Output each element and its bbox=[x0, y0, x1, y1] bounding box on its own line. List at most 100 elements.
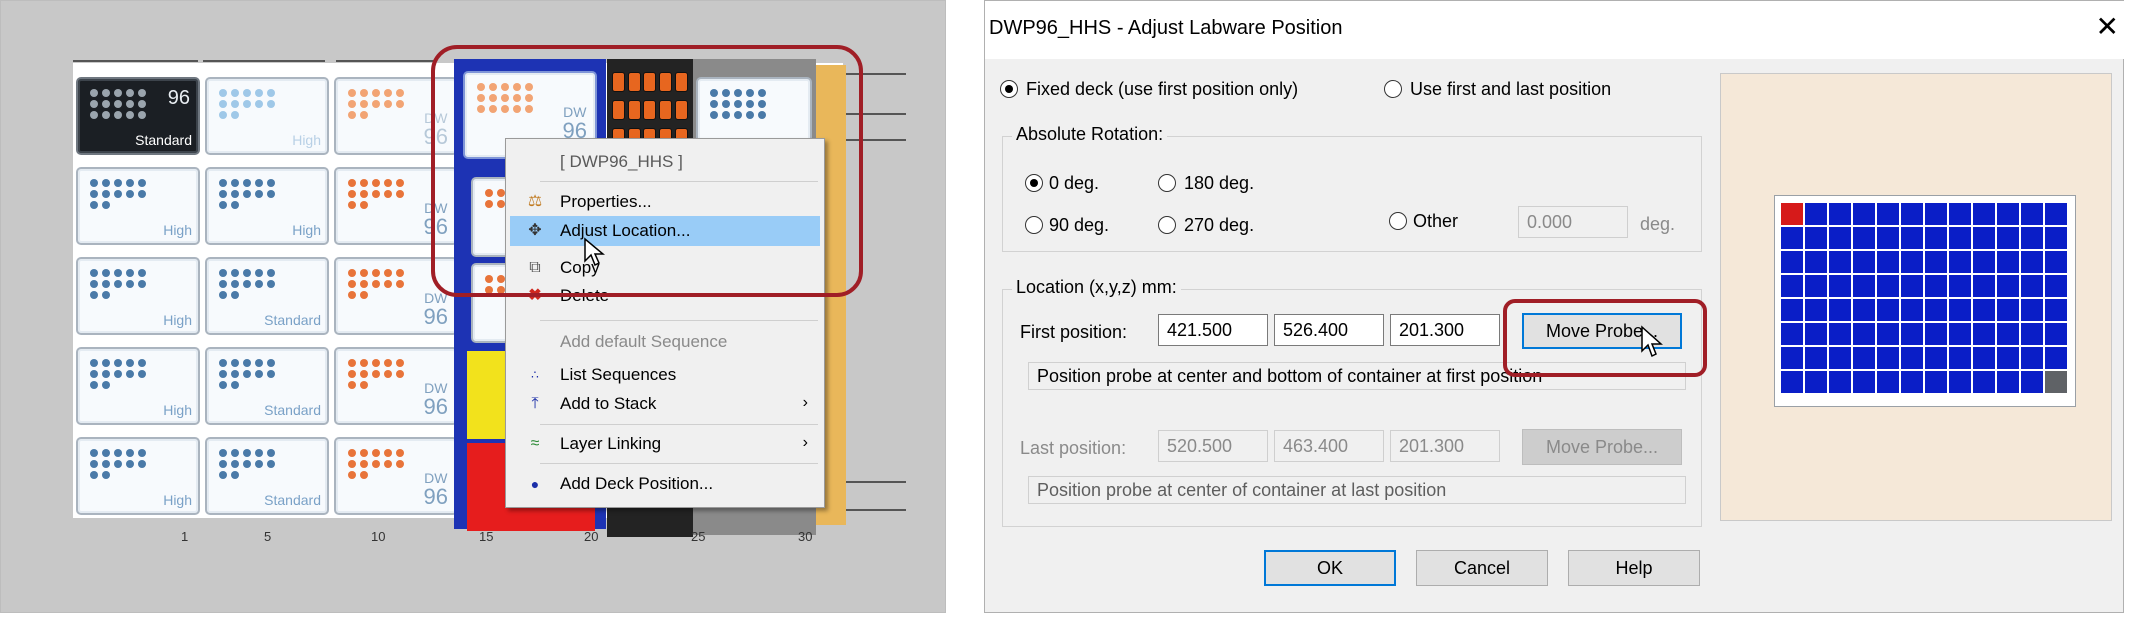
menu-separator bbox=[540, 463, 818, 464]
plate-well bbox=[1829, 299, 1851, 321]
labware-standard[interactable]: Standard bbox=[205, 257, 329, 335]
labware-dw96[interactable]: DW 96 bbox=[334, 437, 458, 515]
location-group-label: Location (x,y,z) mm: bbox=[1012, 277, 1181, 298]
well-dots bbox=[219, 269, 276, 299]
well-dots bbox=[348, 89, 405, 119]
plate-well bbox=[1973, 299, 1995, 321]
well-dots bbox=[90, 89, 147, 119]
radio-rot-180[interactable] bbox=[1158, 174, 1176, 192]
menu-item-add-deck-position[interactable]: ● Add Deck Position... bbox=[506, 469, 824, 499]
plate-well bbox=[1853, 251, 1875, 273]
deck-layout-panel: 96 Standard High High High High High Hig… bbox=[0, 0, 946, 613]
plate-well bbox=[1877, 371, 1899, 393]
plate-well bbox=[1997, 347, 2019, 369]
labware-standard[interactable]: Standard bbox=[205, 347, 329, 425]
plate-well bbox=[1997, 203, 2019, 225]
layer-link-icon: ≈ bbox=[530, 435, 540, 452]
menu-item-add-default-sequence: Add default Sequence bbox=[506, 327, 824, 357]
plate-well bbox=[2045, 371, 2067, 393]
carrier-rail bbox=[336, 60, 436, 62]
dw-96-text: 96 bbox=[423, 484, 448, 509]
plate-well bbox=[1829, 371, 1851, 393]
labware-dw-label: DW 96 bbox=[424, 381, 448, 419]
plate-well bbox=[2045, 347, 2067, 369]
radio-rot-90-label: 90 deg. bbox=[1049, 215, 1110, 235]
well-dots bbox=[219, 359, 276, 389]
plate-well bbox=[1973, 371, 1995, 393]
plate-well bbox=[1853, 347, 1875, 369]
first-x-input[interactable]: 421.500 bbox=[1158, 314, 1268, 346]
labware-standard-96[interactable]: 96 Standard bbox=[76, 77, 200, 155]
well-dots bbox=[219, 449, 276, 479]
plate-well bbox=[1781, 227, 1803, 249]
cancel-button[interactable]: Cancel bbox=[1416, 550, 1548, 586]
plate-well bbox=[2021, 251, 2043, 273]
well-dots bbox=[219, 179, 276, 209]
labware-high[interactable]: High bbox=[205, 167, 329, 245]
plate-well bbox=[1949, 251, 1971, 273]
plate-well bbox=[1781, 371, 1803, 393]
labware-type-label: Standard bbox=[135, 132, 192, 148]
first-y-input[interactable]: 526.400 bbox=[1274, 314, 1384, 346]
plate-well bbox=[1877, 347, 1899, 369]
radio-rot-90[interactable] bbox=[1025, 216, 1043, 234]
first-z-input[interactable]: 201.300 bbox=[1390, 314, 1500, 346]
radio-rot-0-label: 0 deg. bbox=[1049, 173, 1100, 193]
labware-dw-label: DW 96 bbox=[424, 291, 448, 329]
slot-number: 30 bbox=[798, 529, 813, 544]
radio-rot-270-label: 270 deg. bbox=[1184, 215, 1255, 235]
ok-button[interactable]: OK bbox=[1264, 550, 1396, 586]
plate-well bbox=[1973, 203, 1995, 225]
other-rotation-input[interactable]: 0.000 bbox=[1518, 206, 1628, 238]
labware-high[interactable]: High bbox=[205, 77, 329, 155]
radio-rot-270[interactable] bbox=[1158, 216, 1176, 234]
last-x-input[interactable]: 520.500 bbox=[1158, 430, 1268, 462]
labware-high[interactable]: High bbox=[76, 437, 200, 515]
radio-rot-other[interactable] bbox=[1389, 212, 1407, 230]
plate-well bbox=[1901, 275, 1923, 297]
labware-high[interactable]: High bbox=[76, 347, 200, 425]
plate-well bbox=[1925, 251, 1947, 273]
menu-item-list-sequences[interactable]: ∴ List Sequences bbox=[506, 360, 824, 390]
rail-line bbox=[846, 481, 906, 483]
last-y-input[interactable]: 463.400 bbox=[1274, 430, 1384, 462]
plate-well bbox=[1805, 323, 1827, 345]
radio-rot-180-label: 180 deg. bbox=[1184, 173, 1255, 193]
radio-rot-0[interactable] bbox=[1025, 174, 1043, 192]
plate-well bbox=[1925, 323, 1947, 345]
well-dots bbox=[90, 269, 147, 299]
plate-well bbox=[1853, 323, 1875, 345]
labware-dw96[interactable]: DW 96 bbox=[334, 347, 458, 425]
help-button[interactable]: Help bbox=[1568, 550, 1700, 586]
annotation-highlight-box bbox=[431, 45, 863, 297]
last-z-input[interactable]: 201.300 bbox=[1390, 430, 1500, 462]
plate-well bbox=[1829, 227, 1851, 249]
plate-well bbox=[1877, 275, 1899, 297]
close-icon[interactable]: ✕ bbox=[2096, 13, 2119, 41]
plate-well bbox=[1781, 203, 1803, 225]
slot-number: 15 bbox=[479, 529, 494, 544]
plate-well bbox=[1853, 203, 1875, 225]
menu-item-layer-linking[interactable]: ≈ Layer Linking › bbox=[506, 429, 824, 459]
labware-high[interactable]: High bbox=[76, 167, 200, 245]
plate-well bbox=[2045, 227, 2067, 249]
plate-well bbox=[1781, 251, 1803, 273]
radio-fixed-deck[interactable] bbox=[1000, 80, 1018, 98]
plate-well bbox=[1901, 347, 1923, 369]
menu-item-add-to-stack[interactable]: ⤒ Add to Stack › bbox=[506, 389, 824, 419]
radio-rot-other-label: Other bbox=[1413, 211, 1459, 231]
labware-type-label: High bbox=[163, 492, 192, 508]
sequence-dots-icon: ∴ bbox=[531, 368, 539, 382]
move-probe-last-button[interactable]: Move Probe... bbox=[1522, 429, 1682, 465]
labware-high[interactable]: High bbox=[76, 257, 200, 335]
menu-item-label: Layer Linking bbox=[560, 434, 662, 453]
well-dots bbox=[90, 359, 147, 389]
plate-well bbox=[1901, 203, 1923, 225]
plate-well bbox=[1877, 227, 1899, 249]
labware-standard[interactable]: Standard bbox=[205, 437, 329, 515]
submenu-arrow-icon: › bbox=[802, 434, 808, 451]
plate-well bbox=[1805, 371, 1827, 393]
radio-first-last[interactable] bbox=[1384, 80, 1402, 98]
slot-number: 5 bbox=[264, 529, 272, 544]
slot-number: 20 bbox=[584, 529, 599, 544]
